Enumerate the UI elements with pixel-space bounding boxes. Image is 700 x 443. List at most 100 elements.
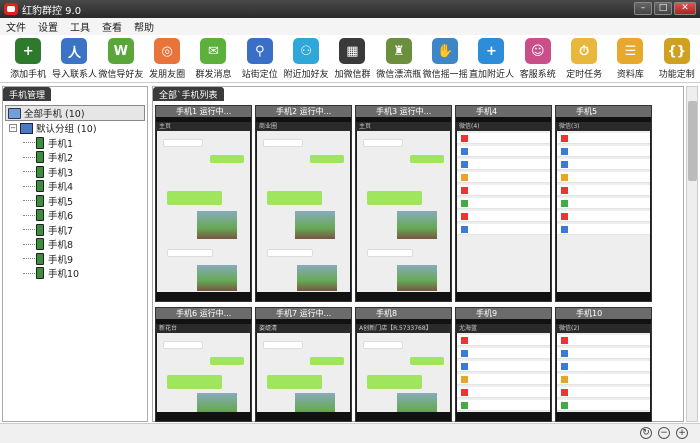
contact-avatar-icon [461,187,468,194]
tree-phone-item[interactable]: 手机10 [5,266,145,281]
phone-screen-8[interactable]: 手机8 A创新门店【R.5733768】 [355,307,452,422]
contact-row[interactable] [557,361,650,372]
tree-connector [23,156,35,158]
tree-phone-item[interactable]: 手机4 [5,179,145,194]
maximize-button[interactable]: □ [654,2,672,15]
contact-row[interactable] [457,159,550,170]
phone-nav-buttons[interactable] [556,292,651,301]
add-nearby-icon: + [478,38,505,64]
contact-row[interactable] [457,400,550,411]
tree-root-all-phones[interactable]: 全部手机 (10) [5,105,145,121]
contact-row[interactable] [457,348,550,359]
contact-row[interactable] [457,172,550,183]
tree-phone-item[interactable]: 手机5 [5,194,145,209]
contact-row[interactable] [557,133,650,144]
phone-screen-9[interactable]: 手机9 尤海蓝 [455,307,552,422]
contact-row[interactable] [457,198,550,209]
toolbar-button-2[interactable]: W 微信导好友 [98,35,144,83]
menu-help[interactable]: 帮助 [134,19,154,34]
contact-row[interactable] [457,361,550,372]
toolbar-button-9[interactable]: ✋ 微信摇一摇 [422,35,468,83]
toolbar-button-1[interactable]: 人导入联系人 [51,35,97,83]
menu-file[interactable]: 文件 [6,19,26,34]
contact-row[interactable] [557,198,650,209]
phone-manager-panel: 手机管理 全部手机 (10) − 默认分组 (10) 手机1 手机2 手机3 手机4 手机… [2,86,148,422]
toolbar-button-11[interactable]: ☺ 客服系统 [515,35,561,83]
phone-nav-buttons[interactable] [456,412,551,421]
contact-row[interactable] [457,133,550,144]
tree-phone-item[interactable]: 手机8 [5,237,145,252]
menu-view[interactable]: 查看 [102,19,122,34]
phone-screen-3[interactable]: 手机3 运行中... 主页 [355,105,452,302]
toolbar-button-7[interactable]: ▦ 加微信群 [329,35,375,83]
scrollbar-thumb[interactable] [688,101,697,181]
phone-nav-buttons[interactable] [356,412,451,421]
phone-screen-6[interactable]: 手机6 运行中... 新花台 [155,307,252,422]
contact-row[interactable] [557,211,650,222]
toolbar-button-0[interactable]: + 添加手机 [5,35,51,83]
vertical-scrollbar[interactable] [686,86,698,422]
contact-row[interactable] [457,387,550,398]
contact-avatar-icon [461,213,468,220]
tab-all-phones[interactable]: 全部`手机列表 [153,87,224,101]
close-button[interactable]: ✕ [674,2,696,15]
toolbar-button-6[interactable]: ⚇ 附近加好友 [283,35,329,83]
menu-settings[interactable]: 设置 [38,19,58,34]
contact-row[interactable] [557,185,650,196]
contact-row[interactable] [557,159,650,170]
toolbar-button-4[interactable]: ✉ 群发消息 [190,35,236,83]
contact-row[interactable] [457,146,550,157]
tab-phone-manager[interactable]: 手机管理 [3,87,52,101]
contact-avatar-icon [561,161,568,168]
tree-group-default[interactable]: − 默认分组 (10) [5,121,145,136]
phone-nav-buttons[interactable] [256,412,351,421]
contact-row[interactable] [557,172,650,183]
contact-row[interactable] [557,387,650,398]
phone-name: 手机2 [48,153,74,165]
phone-screen-1[interactable]: 手机1 运行中... 主页 [155,105,252,302]
phone-screen-4[interactable]: 手机4 微信(4) [455,105,552,302]
zoom-out-icon[interactable]: − [658,427,670,439]
toolbar-button-10[interactable]: + 直加附近人 [468,35,514,83]
contact-row[interactable] [457,374,550,385]
tree-phone-item[interactable]: 手机3 [5,165,145,180]
phone-screen-5[interactable]: 手机5 微信(3) [555,105,652,302]
phone-nav-buttons[interactable] [556,412,651,421]
contact-row[interactable] [457,211,550,222]
refresh-icon[interactable]: ↻ [640,427,652,439]
contact-row[interactable] [457,224,550,235]
toolbar-button-12[interactable]: ⏱ 定时任务 [561,35,607,83]
tree-phone-item[interactable]: 手机9 [5,252,145,267]
phone-nav-buttons[interactable] [156,292,251,301]
tree-phone-item[interactable]: 手机6 [5,208,145,223]
phone-nav-buttons[interactable] [356,292,451,301]
phone-nav-buttons[interactable] [456,292,551,301]
contact-row[interactable] [557,335,650,346]
toolbar-label: 直加附近人 [468,70,514,80]
collapse-icon[interactable]: − [9,124,17,133]
tree-phone-item[interactable]: 手机2 [5,150,145,165]
toolbar-button-13[interactable]: ☰ 资料库 [607,35,653,83]
phone-nav-buttons[interactable] [156,412,251,421]
contact-row[interactable] [557,374,650,385]
menu-tools[interactable]: 工具 [70,19,90,34]
phone-nav-buttons[interactable] [256,292,351,301]
qr-icon: ▦ [339,38,366,64]
contact-row[interactable] [557,146,650,157]
tree-phone-item[interactable]: 手机7 [5,223,145,238]
tree-phone-item[interactable]: 手机1 [5,136,145,151]
toolbar-button-14[interactable]: {} 功能定制 [654,35,700,83]
phone-screen-10[interactable]: 手机10 微信(2) [555,307,652,422]
phone-screen-7[interactable]: 手机7 运行中... 姿缇清 [255,307,352,422]
contact-row[interactable] [457,335,550,346]
contact-row[interactable] [557,224,650,235]
toolbar-button-5[interactable]: ⚲ 站街定位 [237,35,283,83]
contact-row[interactable] [557,348,650,359]
phone-screen-2[interactable]: 手机2 运行中... 商业圈 [255,105,352,302]
toolbar-button-8[interactable]: ♜ 微信漂流瓶 [376,35,422,83]
contact-row[interactable] [457,185,550,196]
toolbar-button-3[interactable]: ◎ 发朋友圈 [144,35,190,83]
zoom-in-icon[interactable]: + [676,427,688,439]
minimize-button[interactable]: – [634,2,652,15]
contact-row[interactable] [557,400,650,411]
